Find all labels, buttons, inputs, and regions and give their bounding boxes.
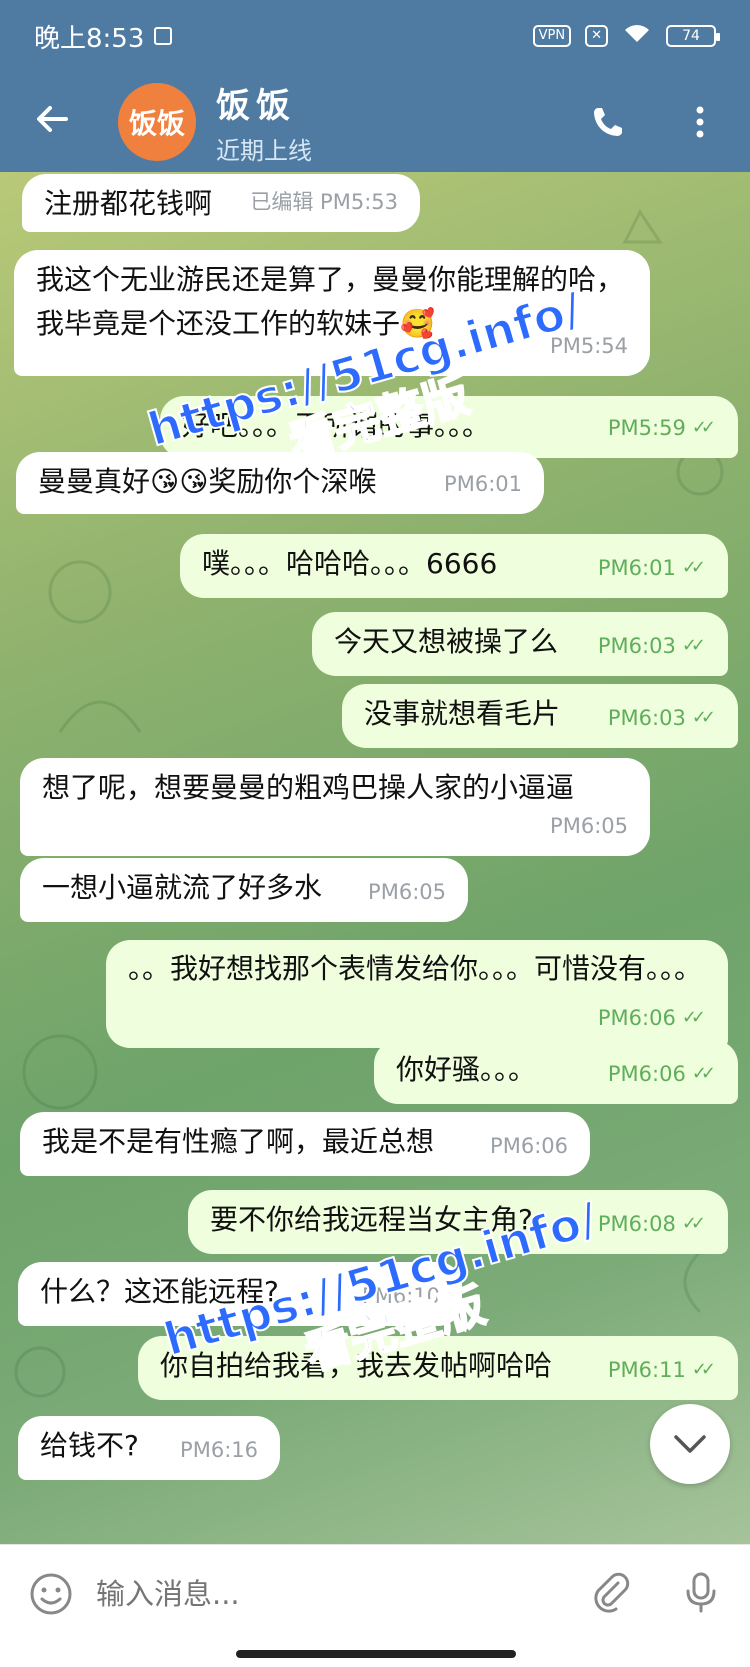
- double-check-icon: ✓✓: [691, 707, 716, 728]
- message-time: PM6:16: [180, 1438, 258, 1462]
- message-text: 想了呢，想要曼曼的粗鸡巴操人家的小逼逼: [42, 771, 575, 804]
- message-text: 曼曼真好😘😘奖励你个深喉: [38, 465, 377, 498]
- message-time: PM6:03: [607, 706, 686, 730]
- sim-off-icon: ✕: [585, 25, 608, 47]
- message-time: PM6:06: [607, 1062, 686, 1086]
- more-vertical-icon[interactable]: [680, 105, 720, 139]
- message-text: 注册都花钱啊: [44, 187, 213, 220]
- message-list[interactable]: 注册都花钱啊 已编辑 PM5:53 我这个无业游民还是算了，曼曼你能理解的哈，我…: [0, 172, 750, 1544]
- message-status: PM6:08 ✓✓: [598, 1202, 706, 1246]
- message-bubble[interactable]: 噗。。。哈哈哈。。。6666 PM6:01 ✓✓: [180, 534, 728, 598]
- avatar[interactable]: 饭饭: [118, 83, 196, 161]
- message-bubble[interactable]: 要不你给我远程当女主角? PM6:08 ✓✓: [188, 1190, 728, 1254]
- paperclip-icon[interactable]: [588, 1569, 634, 1619]
- double-check-icon: ✓✓: [681, 557, 706, 578]
- message-status: PM6:06 ✓✓: [598, 996, 706, 1040]
- message-bubble[interactable]: 注册都花钱啊 已编辑 PM5:53: [22, 174, 420, 232]
- message-text: 一想小逼就流了好多水: [42, 871, 323, 904]
- message-time: PM5:54: [550, 334, 628, 358]
- vpn-icon: VPN: [532, 25, 572, 47]
- double-check-icon: ✓✓: [681, 1007, 706, 1028]
- message-bubble[interactable]: 一想小逼就流了好多水 PM6:05: [20, 858, 468, 922]
- message-bubble[interactable]: 今天又想被操了么 PM6:03 ✓✓: [312, 612, 728, 676]
- message-status: PM6:03 ✓✓: [608, 696, 716, 740]
- chat-header: 饭饭 饭饭 近期上线: [0, 72, 750, 172]
- double-check-icon: ✓✓: [681, 1213, 706, 1234]
- message-text: 我这个无业游民还是算了，曼曼你能理解的哈，我毕竟是个还没工作的软妹子🥰: [36, 263, 625, 340]
- chevron-down-icon[interactable]: [650, 1404, 730, 1484]
- message-time: PM6:06: [490, 1134, 568, 1158]
- message-bubble[interactable]: 我这个无业游民还是算了，曼曼你能理解的哈，我毕竟是个还没工作的软妹子🥰 PM5:…: [14, 250, 650, 376]
- message-composer: [0, 1544, 750, 1642]
- phone-icon[interactable]: [588, 104, 628, 140]
- message-bubble[interactable]: 没事就想看毛片 PM6:03 ✓✓: [342, 684, 738, 748]
- status-bar: 晚上8:53 VPN ✕ 74: [0, 0, 750, 72]
- system-nav-bar: [0, 1642, 750, 1667]
- message-text: 我是不是有性瘾了啊，最近总想: [42, 1125, 435, 1158]
- status-time: 晚上8:53: [34, 23, 145, 54]
- double-check-icon: ✓✓: [691, 1359, 716, 1380]
- battery-icon: 74: [666, 25, 720, 47]
- message-time: PM6:01: [597, 556, 676, 580]
- message-time: PM6:11: [607, 1358, 686, 1382]
- message-status: PM6:01 ✓✓: [598, 546, 706, 590]
- notification-icon: [154, 27, 173, 45]
- message-bubble[interactable]: 你自拍给我看，我去发帖啊哈哈 PM6:11 ✓✓: [138, 1336, 738, 1400]
- message-text: 要不你给我远程当女主角?: [210, 1203, 533, 1236]
- message-text: 没事就想看毛片: [364, 697, 561, 730]
- double-check-icon: ✓✓: [681, 635, 706, 656]
- message-bubble[interactable]: 我是不是有性瘾了啊，最近总想 PM6:06: [20, 1112, 590, 1176]
- message-text: 今天又想被操了么: [334, 625, 559, 658]
- message-text: 你自拍给我看，我去发帖啊哈哈: [160, 1349, 553, 1382]
- double-check-icon: ✓✓: [691, 1063, 716, 1084]
- message-time: PM6:05: [550, 814, 628, 838]
- wifi-icon: [622, 21, 652, 51]
- message-text: 好吧。。。无所谓的事。。。: [182, 409, 491, 442]
- microphone-icon[interactable]: [678, 1569, 724, 1619]
- message-bubble[interactable]: 想了呢，想要曼曼的粗鸡巴操人家的小逼逼 PM6:05: [20, 758, 650, 856]
- last-seen-status: 近期上线: [216, 137, 312, 165]
- message-time: PM5:59: [607, 416, 686, 440]
- message-text: 给钱不?: [40, 1429, 139, 1462]
- message-status: PM6:03 ✓✓: [598, 624, 706, 668]
- message-time: PM6:01: [444, 472, 522, 496]
- message-text: 。。我好想找那个表情发给你。。。可惜没有。。。: [128, 952, 703, 985]
- message-text: 什么？这还能远程?: [40, 1275, 279, 1308]
- message-time: PM6:08: [597, 1212, 676, 1236]
- message-time: PM6:06: [597, 1006, 676, 1030]
- message-bubble[interactable]: 。。我好想找那个表情发给你。。。可惜没有。。。 PM6:06 ✓✓: [106, 940, 728, 1048]
- message-time: PM6:05: [368, 880, 446, 904]
- double-check-icon: ✓✓: [691, 417, 716, 438]
- message-status: PM5:59 ✓✓: [608, 406, 716, 450]
- emoji-icon[interactable]: [28, 1571, 74, 1617]
- message-bubble[interactable]: 什么？这还能远程? PM6:10: [18, 1262, 462, 1326]
- message-bubble[interactable]: 给钱不? PM6:16: [18, 1416, 280, 1480]
- message-input[interactable]: [96, 1576, 588, 1611]
- message-bubble[interactable]: 你好骚。。。 PM6:06 ✓✓: [374, 1040, 738, 1104]
- chat-title[interactable]: 饭饭 近期上线: [216, 78, 588, 166]
- message-time: PM6:10: [362, 1284, 440, 1308]
- message-time: 已编辑 PM5:53: [250, 190, 398, 214]
- message-status: PM6:11 ✓✓: [608, 1348, 716, 1392]
- home-gesture-handle[interactable]: [236, 1650, 516, 1658]
- message-status: PM6:06 ✓✓: [608, 1052, 716, 1096]
- message-text: 噗。。。哈哈哈。。。6666: [202, 547, 498, 580]
- message-time: PM6:03: [597, 634, 676, 658]
- message-bubble[interactable]: 好吧。。。无所谓的事。。。 PM5:59 ✓✓: [160, 396, 738, 458]
- back-arrow-icon[interactable]: [34, 101, 74, 144]
- contact-name: 饭饭: [216, 86, 296, 126]
- message-text: 你好骚。。。: [396, 1053, 537, 1086]
- message-bubble[interactable]: 曼曼真好😘😘奖励你个深喉 PM6:01: [16, 452, 544, 514]
